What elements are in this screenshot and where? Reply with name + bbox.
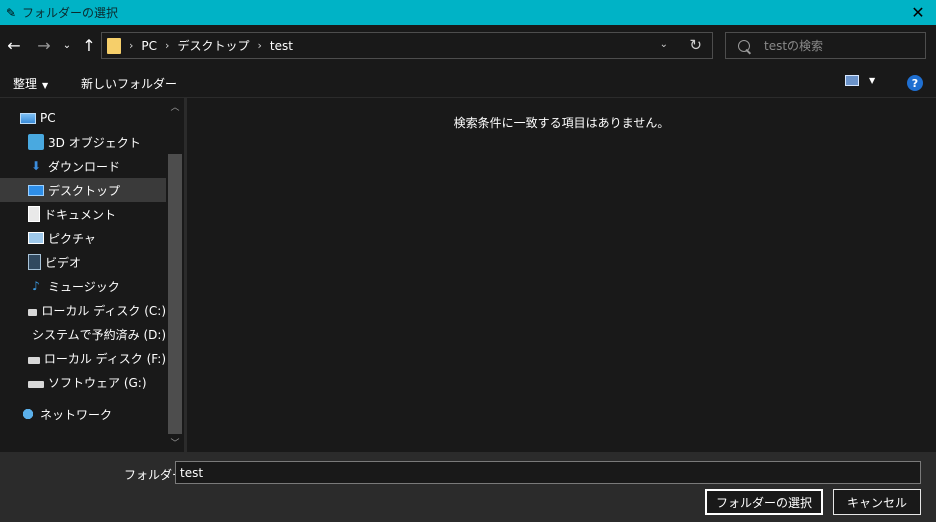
music-icon: ♪ <box>32 279 40 293</box>
search-input[interactable] <box>764 38 924 53</box>
sidebar-item-drive-g[interactable]: ソフトウェア (G:) <box>0 370 166 394</box>
pictures-icon <box>28 232 44 244</box>
refresh-icon[interactable]: ↻ <box>689 36 702 54</box>
breadcrumb-separator: › <box>129 39 134 52</box>
drive-icon <box>28 381 44 388</box>
sidebar-item-drive-d[interactable]: システムで予約済み (D:) <box>0 322 166 346</box>
organize-label: 整理 <box>13 77 38 91</box>
cancel-button[interactable]: キャンセル <box>833 489 921 515</box>
sidebar-item-music[interactable]: ♪ ミュージック <box>0 274 166 298</box>
sidebar-item-label: デスクトップ <box>48 183 121 198</box>
window-title: フォルダーの選択 <box>22 6 119 20</box>
sidebar-item-downloads[interactable]: ⬇ ダウンロード <box>0 154 166 178</box>
dialog-footer: フォルダー: フォルダーの選択 キャンセル <box>0 452 936 522</box>
scrollbar-thumb[interactable] <box>168 154 182 434</box>
sidebar-item-label: ドキュメント <box>44 207 117 222</box>
recent-locations-button[interactable]: ⌄ <box>60 33 74 57</box>
close-button[interactable]: ✕ <box>900 0 936 25</box>
drive-icon <box>28 309 38 316</box>
new-folder-button[interactable]: 新しいフォルダー <box>81 75 177 92</box>
sidebar-item-network[interactable]: ネットワーク <box>0 402 166 426</box>
address-dropdown-icon[interactable]: ⌄ <box>660 39 668 50</box>
breadcrumb-test[interactable]: test <box>270 39 293 53</box>
navigation-bar: ← → ⌄ ↑ › PC › デスクトップ › test ⌄ ↻ <box>0 25 936 67</box>
documents-icon <box>28 206 40 222</box>
view-icon <box>845 75 859 86</box>
sidebar-item-label: ネットワーク <box>40 407 113 422</box>
empty-message: 検索条件に一致する項目はありません。 <box>453 116 670 130</box>
folder-name-field[interactable] <box>175 461 921 484</box>
sidebar-item-3d-objects[interactable]: 3D オブジェクト <box>0 130 166 154</box>
sidebar-item-desktop[interactable]: デスクトップ <box>0 178 166 202</box>
sidebar-item-label: ローカル ディスク (C:) <box>41 303 166 318</box>
sidebar-item-drive-f[interactable]: ローカル ディスク (F:) <box>0 346 166 370</box>
scroll-up-icon[interactable]: ︿ <box>166 100 184 114</box>
view-options-button[interactable]: ▼ <box>845 75 875 86</box>
feather-icon: ✎ <box>5 5 17 20</box>
sidebar-item-label: ビデオ <box>45 255 82 270</box>
download-icon: ⬇ <box>30 159 42 173</box>
search-box[interactable] <box>725 32 926 59</box>
drive-icon <box>28 357 40 364</box>
network-icon <box>20 406 36 422</box>
select-folder-button[interactable]: フォルダーの選択 <box>705 489 823 515</box>
sidebar-item-label: ダウンロード <box>48 159 121 174</box>
videos-icon <box>28 254 41 270</box>
search-icon <box>735 37 753 54</box>
breadcrumb-pc[interactable]: PC <box>141 39 157 53</box>
back-button[interactable]: ← <box>4 33 24 57</box>
breadcrumb-desktop[interactable]: デスクトップ <box>177 37 249 54</box>
sidebar-item-label: PC <box>40 111 56 125</box>
chevron-down-icon: ▼ <box>42 81 49 90</box>
chevron-down-icon: ▼ <box>869 76 876 85</box>
sidebar-item-pc[interactable]: PC <box>0 106 166 130</box>
sidebar-item-label: ミュージック <box>48 279 120 294</box>
sidebar-item-label: ピクチャ <box>48 231 96 246</box>
address-bar[interactable]: › PC › デスクトップ › test ⌄ ↻ <box>101 32 713 59</box>
breadcrumb-separator[interactable]: › <box>165 39 169 52</box>
folder-icon <box>107 37 121 54</box>
navigation-tree: PC 3D オブジェクト ⬇ ダウンロード デスクトップ ドキュメント ピクチャ… <box>0 106 166 426</box>
sidebar-item-label: ソフトウェア (G:) <box>48 375 147 390</box>
navigation-pane: PC 3D オブジェクト ⬇ ダウンロード デスクトップ ドキュメント ピクチャ… <box>0 98 184 452</box>
organize-button[interactable]: 整理 ▼ <box>13 75 48 92</box>
sidebar-item-videos[interactable]: ビデオ <box>0 250 166 274</box>
title-bar: ✎ フォルダーの選択 ✕ <box>0 0 936 25</box>
scroll-down-icon[interactable]: ﹀ <box>166 436 184 450</box>
sidebar-item-label: 3D オブジェクト <box>48 135 141 150</box>
command-toolbar: 整理 ▼ 新しいフォルダー ▼ ? <box>0 67 936 98</box>
sidebar-item-documents[interactable]: ドキュメント <box>0 202 166 226</box>
file-list-area[interactable]: 検索条件に一致する項目はありません。 <box>187 98 936 452</box>
sidebar-item-pictures[interactable]: ピクチャ <box>0 226 166 250</box>
3d-objects-icon <box>28 134 44 150</box>
breadcrumb-separator[interactable]: › <box>257 39 261 52</box>
sidebar-item-label: システムで予約済み (D:) <box>32 327 167 342</box>
desktop-icon <box>28 184 44 196</box>
sidebar-item-label: ローカル ディスク (F:) <box>43 351 166 366</box>
help-icon[interactable]: ? <box>907 75 923 91</box>
sidebar-scrollbar[interactable]: ︿ ﹀ <box>166 98 184 452</box>
forward-button[interactable]: → <box>34 33 54 57</box>
pc-icon <box>20 112 36 124</box>
sidebar-item-drive-c[interactable]: ローカル ディスク (C:) <box>0 298 166 322</box>
up-button[interactable]: ↑ <box>79 33 99 57</box>
